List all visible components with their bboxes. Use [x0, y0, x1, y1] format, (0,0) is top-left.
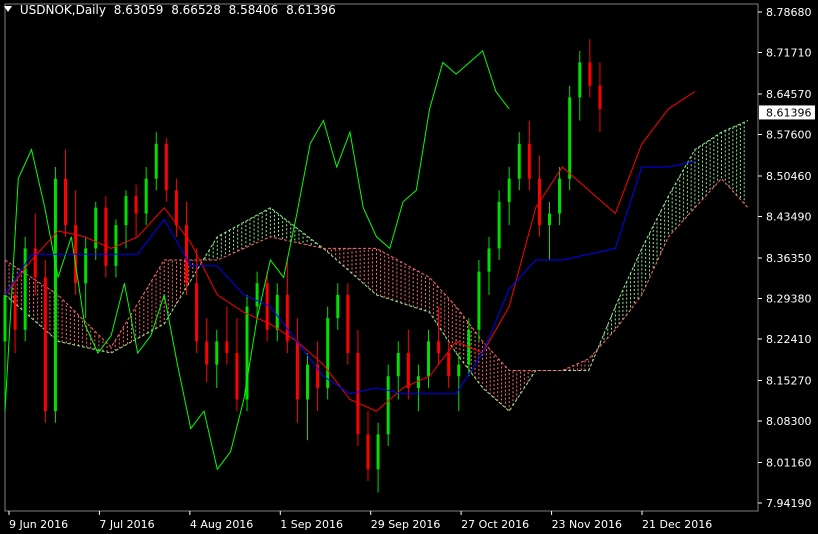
current-price-label: 8.61396 — [766, 106, 812, 119]
ohlc-close: 8.61396 — [286, 3, 336, 17]
candle-body — [23, 248, 27, 330]
candle-body — [235, 353, 239, 400]
candle-body — [225, 341, 229, 354]
price-chart[interactable]: 8.78680 8.71710 8.64570 8.57600 8.50460 8.434… — [0, 0, 818, 534]
candle-body — [588, 62, 592, 86]
chart-window[interactable]: 8.78680 8.71710 8.64570 8.57600 8.50460 8.434… — [0, 0, 818, 534]
candle-body — [124, 196, 128, 226]
candle-body — [174, 190, 178, 226]
y-tick-label: 8.36350 — [766, 252, 812, 265]
chikou-span — [4, 49, 510, 471]
plot-frame — [4, 3, 759, 512]
candle-body — [33, 248, 37, 278]
x-tick-label: 1 Sep 2016 — [280, 518, 343, 531]
x-tick-label: 9 Jun 2016 — [9, 518, 68, 531]
candle-body — [205, 341, 209, 365]
candle-body — [356, 353, 360, 435]
y-tick-label: 8.08300 — [766, 415, 812, 428]
candle-body — [487, 248, 491, 272]
candle-body — [64, 178, 68, 226]
candle-body — [598, 85, 602, 109]
candle-body — [386, 376, 390, 435]
chart-header: USDNOK,Daily 8.63059 8.66528 8.58406 8.6… — [4, 3, 340, 17]
candle-body — [185, 225, 189, 284]
candle-body — [427, 341, 431, 377]
candle-body — [275, 294, 279, 330]
x-tick-label: 21 Dec 2016 — [642, 518, 712, 531]
x-tick-label: 7 Jul 2016 — [99, 518, 154, 531]
candle-body — [376, 434, 380, 470]
y-tick-label: 8.15270 — [766, 374, 812, 387]
kijun-sen — [4, 160, 696, 395]
tenkan-sen — [4, 91, 696, 412]
candle-body — [396, 353, 400, 377]
candle-body — [406, 353, 410, 388]
candle-body — [447, 353, 451, 377]
symbol-label: USDNOK,Daily — [19, 3, 106, 17]
ohlc-high: 8.66528 — [171, 3, 221, 17]
y-tick-label: 8.29380 — [766, 292, 812, 305]
y-tick-label: 8.22410 — [766, 333, 812, 346]
candle-body — [104, 207, 108, 266]
y-tick-label: 8.64570 — [766, 88, 812, 101]
candle-body — [326, 318, 330, 388]
candle-body — [43, 277, 47, 412]
y-tick-label: 8.01160 — [766, 456, 812, 469]
candle-body — [366, 434, 370, 470]
candle-body — [13, 294, 17, 330]
candle-body — [144, 178, 148, 214]
x-tick-label: 27 Oct 2016 — [461, 518, 529, 531]
candle-body — [164, 143, 168, 191]
candle-body — [84, 248, 88, 284]
x-tick-label: 23 Nov 2016 — [552, 518, 622, 531]
candle-body — [336, 294, 340, 319]
candle-body — [53, 178, 57, 412]
y-tick-label: 7.94190 — [766, 497, 812, 510]
candle-body — [154, 143, 158, 179]
candle-body — [527, 143, 531, 179]
y-tick-label: 8.57600 — [766, 129, 812, 142]
candle-body — [517, 143, 521, 179]
x-tick-label: 29 Sep 2016 — [371, 518, 441, 531]
y-tick-label: 8.43490 — [766, 211, 812, 224]
collapse-triangle-icon[interactable] — [4, 6, 12, 12]
ohlc-open: 8.63059 — [113, 3, 164, 17]
candle-body — [578, 62, 582, 98]
candle-body — [306, 364, 310, 400]
candle-body — [346, 294, 350, 354]
candle-body — [215, 341, 219, 365]
candle-body — [477, 271, 481, 330]
candle-body — [548, 213, 552, 226]
candle-body — [134, 196, 138, 214]
candle-body — [255, 283, 259, 307]
candle-body — [295, 341, 299, 400]
y-tick-label: 8.50460 — [766, 170, 812, 183]
candle-body — [507, 178, 511, 202]
x-tick-label: 4 Aug 2016 — [190, 518, 253, 531]
y-tick-label: 8.78680 — [766, 6, 812, 19]
candle-body — [437, 341, 441, 354]
candle-body — [568, 97, 572, 179]
candle-body — [3, 294, 7, 342]
ohlc-low: 8.58406 — [228, 3, 279, 17]
candle-body — [457, 364, 461, 377]
y-tick-label: 8.71710 — [766, 47, 812, 60]
candle-body — [497, 201, 501, 249]
candle-body — [195, 283, 199, 342]
candle-body — [558, 178, 562, 214]
